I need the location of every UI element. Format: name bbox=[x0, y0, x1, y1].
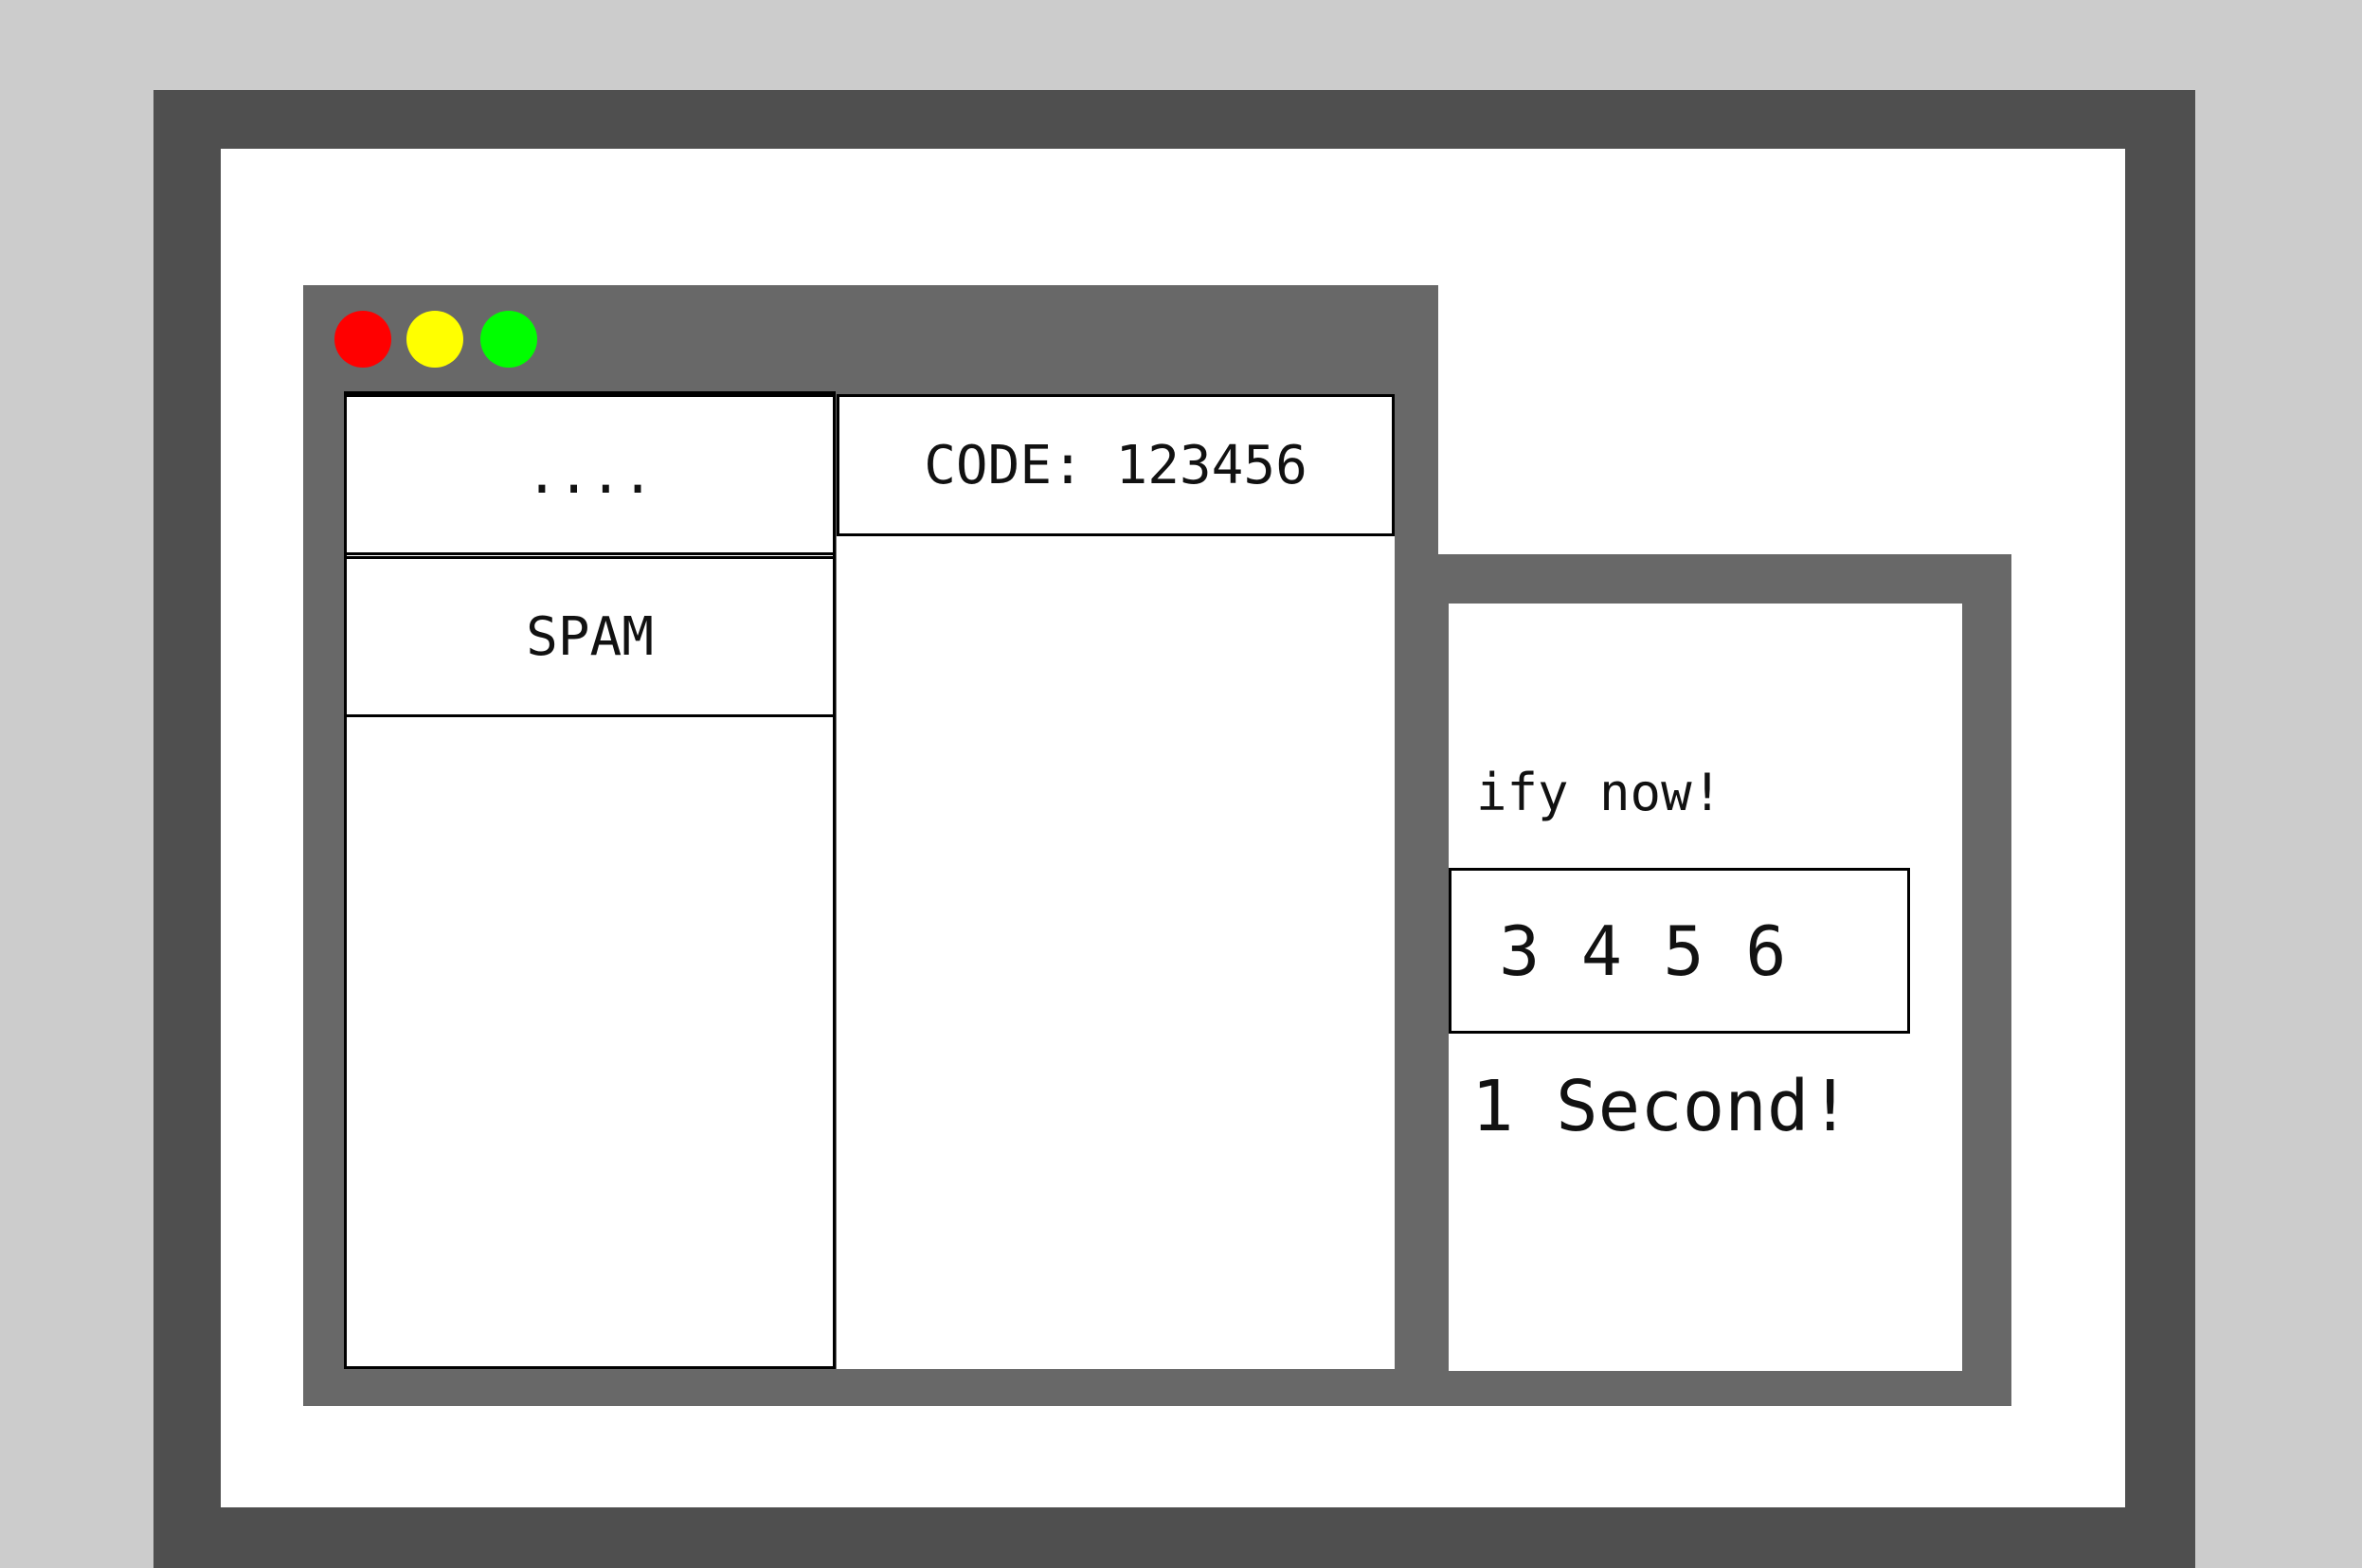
mail-list-item-label: .... bbox=[526, 443, 654, 506]
verification-code-text: CODE: 123456 bbox=[924, 434, 1307, 496]
mail-list-item-label: SPAM bbox=[526, 605, 654, 668]
mail-reader-pane bbox=[837, 394, 1395, 1369]
verification-code-input[interactable]: 3 4 5 6 bbox=[1449, 868, 1910, 1034]
verification-code-input-value: 3 4 5 6 bbox=[1499, 910, 1787, 991]
maximize-window-button[interactable] bbox=[480, 311, 537, 368]
close-window-button[interactable] bbox=[334, 311, 391, 368]
minimize-window-button[interactable] bbox=[406, 311, 463, 368]
mail-list-item-spam[interactable]: SPAM bbox=[344, 556, 836, 717]
verify-heading: ify now! bbox=[1476, 763, 1723, 822]
verification-code-message: CODE: 123456 bbox=[837, 394, 1395, 536]
mail-list-item[interactable]: .... bbox=[344, 394, 836, 555]
countdown-timer-text: 1 Second! bbox=[1471, 1066, 1851, 1147]
